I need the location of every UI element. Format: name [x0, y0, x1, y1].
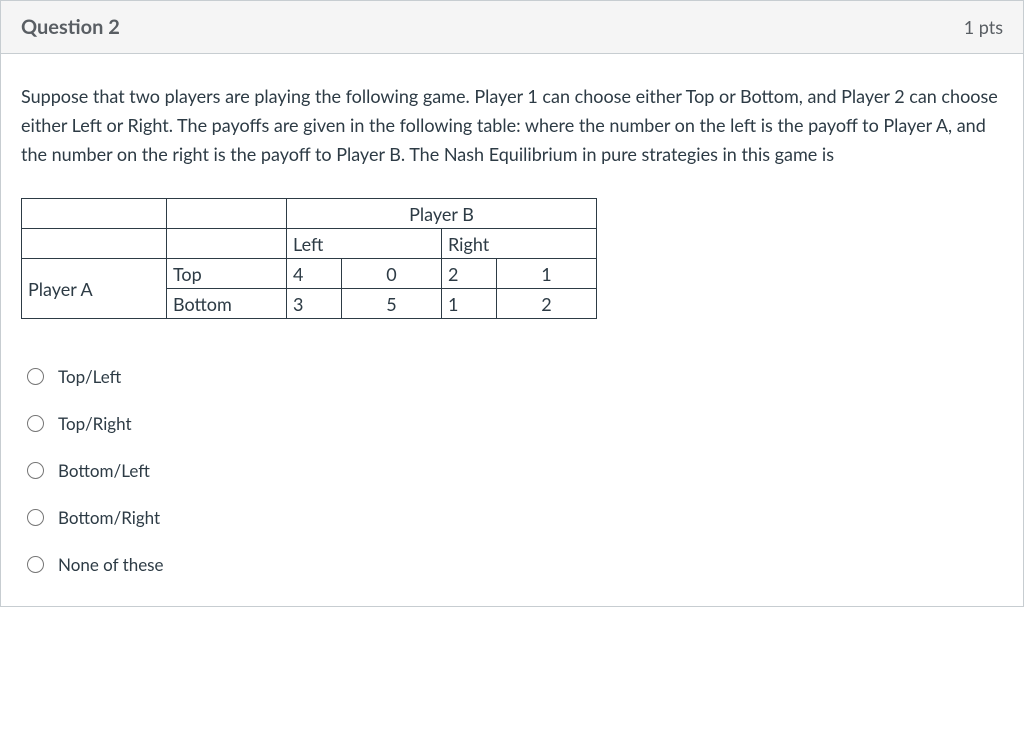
option-top-left[interactable]: Top/Left [21, 353, 1003, 400]
question-header: Question 2 1 pts [1, 1, 1023, 54]
col-right-header: Right [442, 229, 597, 259]
col-left-header: Left [287, 229, 442, 259]
radio-none[interactable] [27, 556, 44, 573]
cell-bottom-left-b: 5 [342, 289, 442, 319]
cell-top-right-b: 1 [497, 259, 597, 289]
cell-top-left-a: 4 [287, 259, 342, 289]
radio-top-left[interactable] [27, 368, 44, 385]
radio-bottom-right[interactable] [27, 509, 44, 526]
cell-top-right-a: 2 [442, 259, 497, 289]
cell-bottom-right-a: 1 [442, 289, 497, 319]
option-label[interactable]: Bottom/Left [58, 460, 150, 481]
question-title: Question 2 [21, 15, 120, 39]
cell-bottom-left-a: 3 [287, 289, 342, 319]
row-bottom-header: Bottom [167, 289, 287, 319]
row-top-header: Top [167, 259, 287, 289]
radio-top-right[interactable] [27, 415, 44, 432]
option-label[interactable]: Top/Left [58, 366, 121, 387]
question-body: Suppose that two players are playing the… [1, 54, 1023, 606]
option-label[interactable]: None of these [58, 554, 164, 575]
cell-top-left-b: 0 [342, 259, 442, 289]
option-none[interactable]: None of these [21, 541, 1003, 588]
option-bottom-right[interactable]: Bottom/Right [21, 494, 1003, 541]
cell-bottom-right-b: 2 [497, 289, 597, 319]
player-a-header: Player A [22, 259, 167, 319]
radio-bottom-left[interactable] [27, 462, 44, 479]
question-prompt: Suppose that two players are playing the… [21, 82, 1003, 168]
option-label[interactable]: Bottom/Right [58, 507, 160, 528]
payoff-table: Player B Left Right Player A Top 4 0 2 1… [21, 198, 597, 319]
answer-options: Top/Left Top/Right Bottom/Left Bottom/Ri… [21, 353, 1003, 588]
option-top-right[interactable]: Top/Right [21, 400, 1003, 447]
question-points: 1 pts [964, 16, 1003, 38]
player-b-header: Player B [287, 199, 597, 229]
question-container: Question 2 1 pts Suppose that two player… [0, 0, 1024, 607]
option-label[interactable]: Top/Right [58, 413, 132, 434]
option-bottom-left[interactable]: Bottom/Left [21, 447, 1003, 494]
